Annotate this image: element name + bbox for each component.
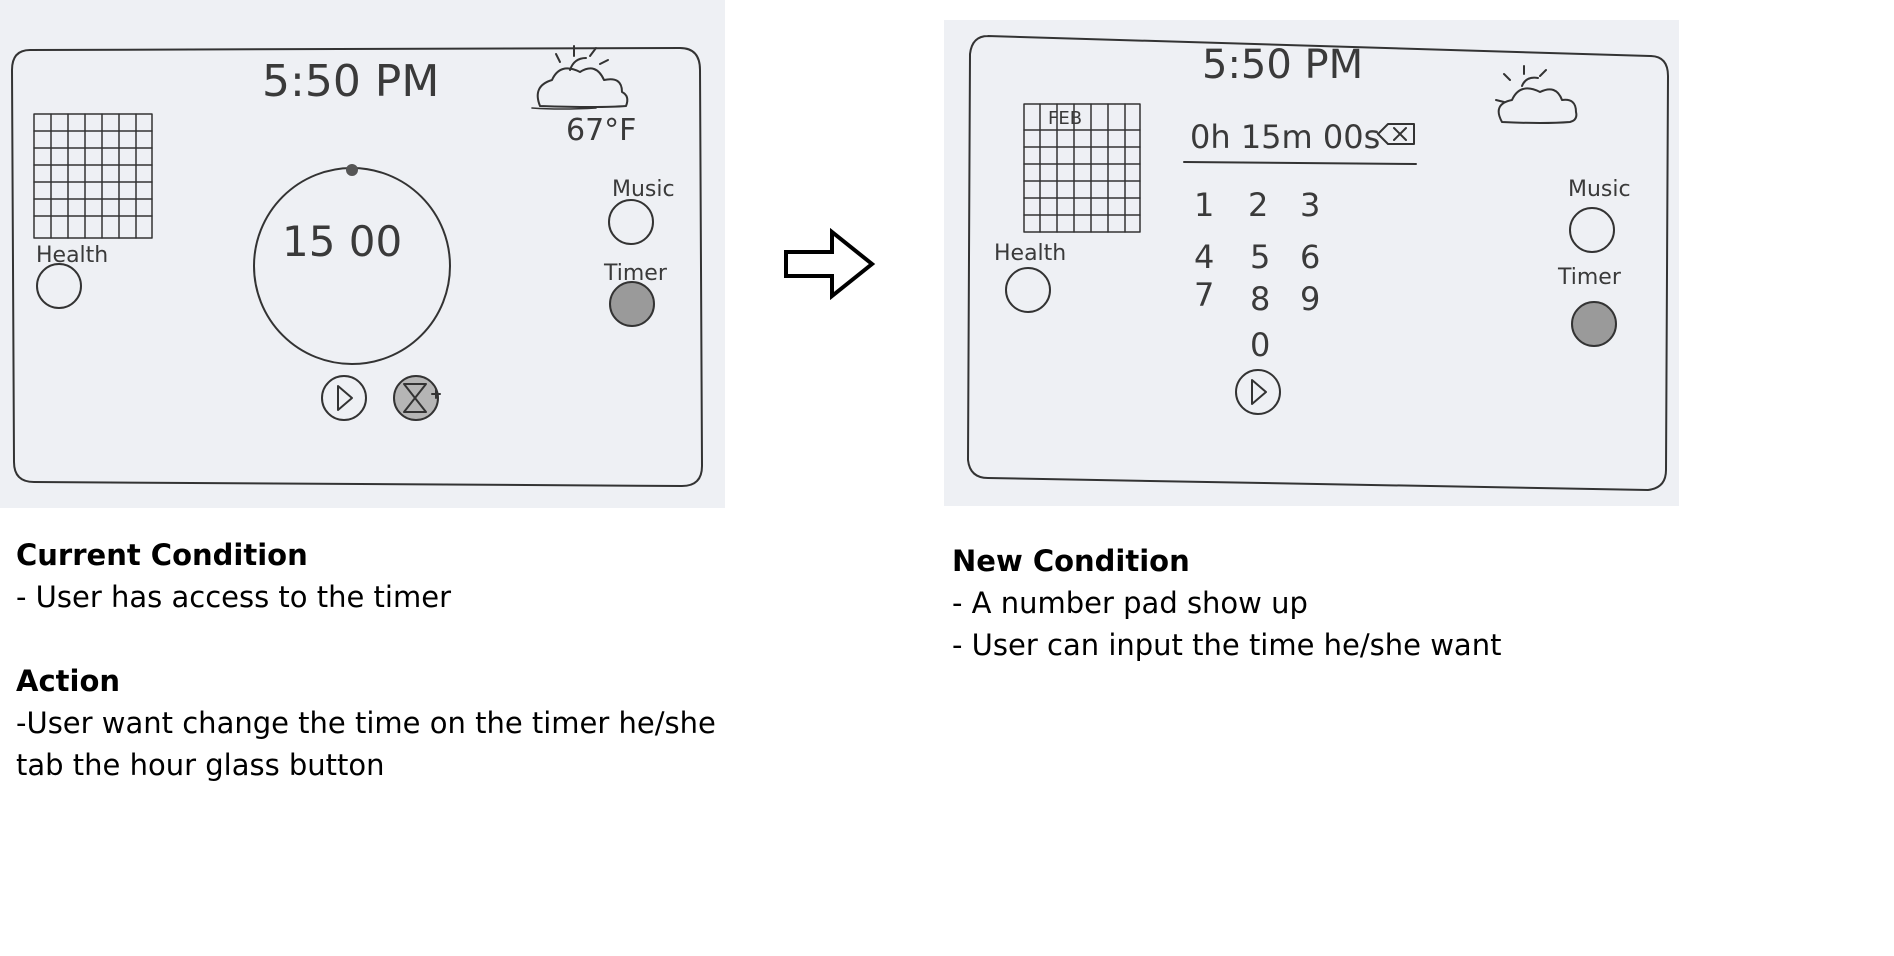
action-line: tab the hour glass button xyxy=(16,748,385,782)
current-music-label: Music xyxy=(612,177,675,202)
current-sketch: 5:50 PM 67°F Health Music Timer 15 00 xyxy=(0,0,725,508)
keypad-key[interactable]: 1 xyxy=(1194,186,1214,224)
timer-dial xyxy=(253,167,451,365)
number-pad: 1 2 3 4 5 6 7 8 9 0 xyxy=(1194,186,1320,364)
new-timer-button[interactable] xyxy=(1571,301,1617,347)
keypad-key[interactable]: 6 xyxy=(1300,238,1320,276)
current-sketch-drawing: 5:50 PM 67°F Health Music Timer 15 00 xyxy=(11,45,703,487)
calendar-grid xyxy=(33,113,153,239)
backspace-icon[interactable] xyxy=(1377,123,1415,145)
new-health-label: Health xyxy=(994,241,1066,266)
keypad-key[interactable]: 7 xyxy=(1194,276,1214,314)
timer-input[interactable]: 0h 15m 00s xyxy=(1190,118,1380,156)
keypad-key[interactable]: 8 xyxy=(1250,280,1270,318)
play-button[interactable] xyxy=(1235,369,1281,415)
current-condition-notes: Current Condition - User has access to t… xyxy=(16,534,716,786)
weather-icon xyxy=(536,45,629,108)
calendar-month: FEB xyxy=(1048,108,1082,129)
current-health-label: Health xyxy=(36,243,108,268)
timer-dial-knob[interactable] xyxy=(346,164,358,176)
keypad-key[interactable]: 9 xyxy=(1300,280,1320,318)
new-sketch-drawing: 5:50 PM FEB Health Music Timer 0h 15m 00… xyxy=(967,35,1669,491)
keypad-key[interactable]: 5 xyxy=(1250,238,1270,276)
hourglass-button[interactable] xyxy=(393,375,441,421)
new-health-button[interactable] xyxy=(1005,267,1051,313)
current-condition-heading: Current Condition xyxy=(16,538,308,572)
new-timer-label: Timer xyxy=(1557,265,1622,290)
new-clock: 5:50 PM xyxy=(1202,42,1363,88)
keypad-key[interactable]: 2 xyxy=(1248,186,1268,224)
action-line: -User want change the time on the timer … xyxy=(16,706,716,740)
new-condition-line: - User can input the time he/she want xyxy=(952,628,1502,662)
current-temperature: 67°F xyxy=(566,113,636,148)
keypad-key[interactable]: 4 xyxy=(1194,238,1214,276)
play-button[interactable] xyxy=(321,375,367,421)
current-timer-button[interactable] xyxy=(609,281,655,327)
keypad-key[interactable]: 3 xyxy=(1300,186,1320,224)
current-condition-line: - User has access to the timer xyxy=(16,580,451,614)
current-timer-value: 15 00 xyxy=(282,217,402,266)
new-music-button[interactable] xyxy=(1569,207,1615,253)
new-condition-heading: New Condition xyxy=(952,544,1190,578)
new-music-label: Music xyxy=(1568,177,1631,202)
current-clock: 5:50 PM xyxy=(262,56,439,107)
current-health-button[interactable] xyxy=(36,263,82,309)
weather-icon xyxy=(1495,65,1578,124)
keypad-key[interactable]: 0 xyxy=(1250,326,1270,364)
current-music-button[interactable] xyxy=(608,199,654,245)
new-condition-line: - A number pad show up xyxy=(952,586,1308,620)
transition-arrow-icon xyxy=(784,228,876,300)
action-heading: Action xyxy=(16,664,121,698)
new-sketch: 5:50 PM FEB Health Music Timer 0h 15m 00… xyxy=(944,20,1679,506)
new-condition-notes: New Condition - A number pad show up - U… xyxy=(952,540,1501,666)
